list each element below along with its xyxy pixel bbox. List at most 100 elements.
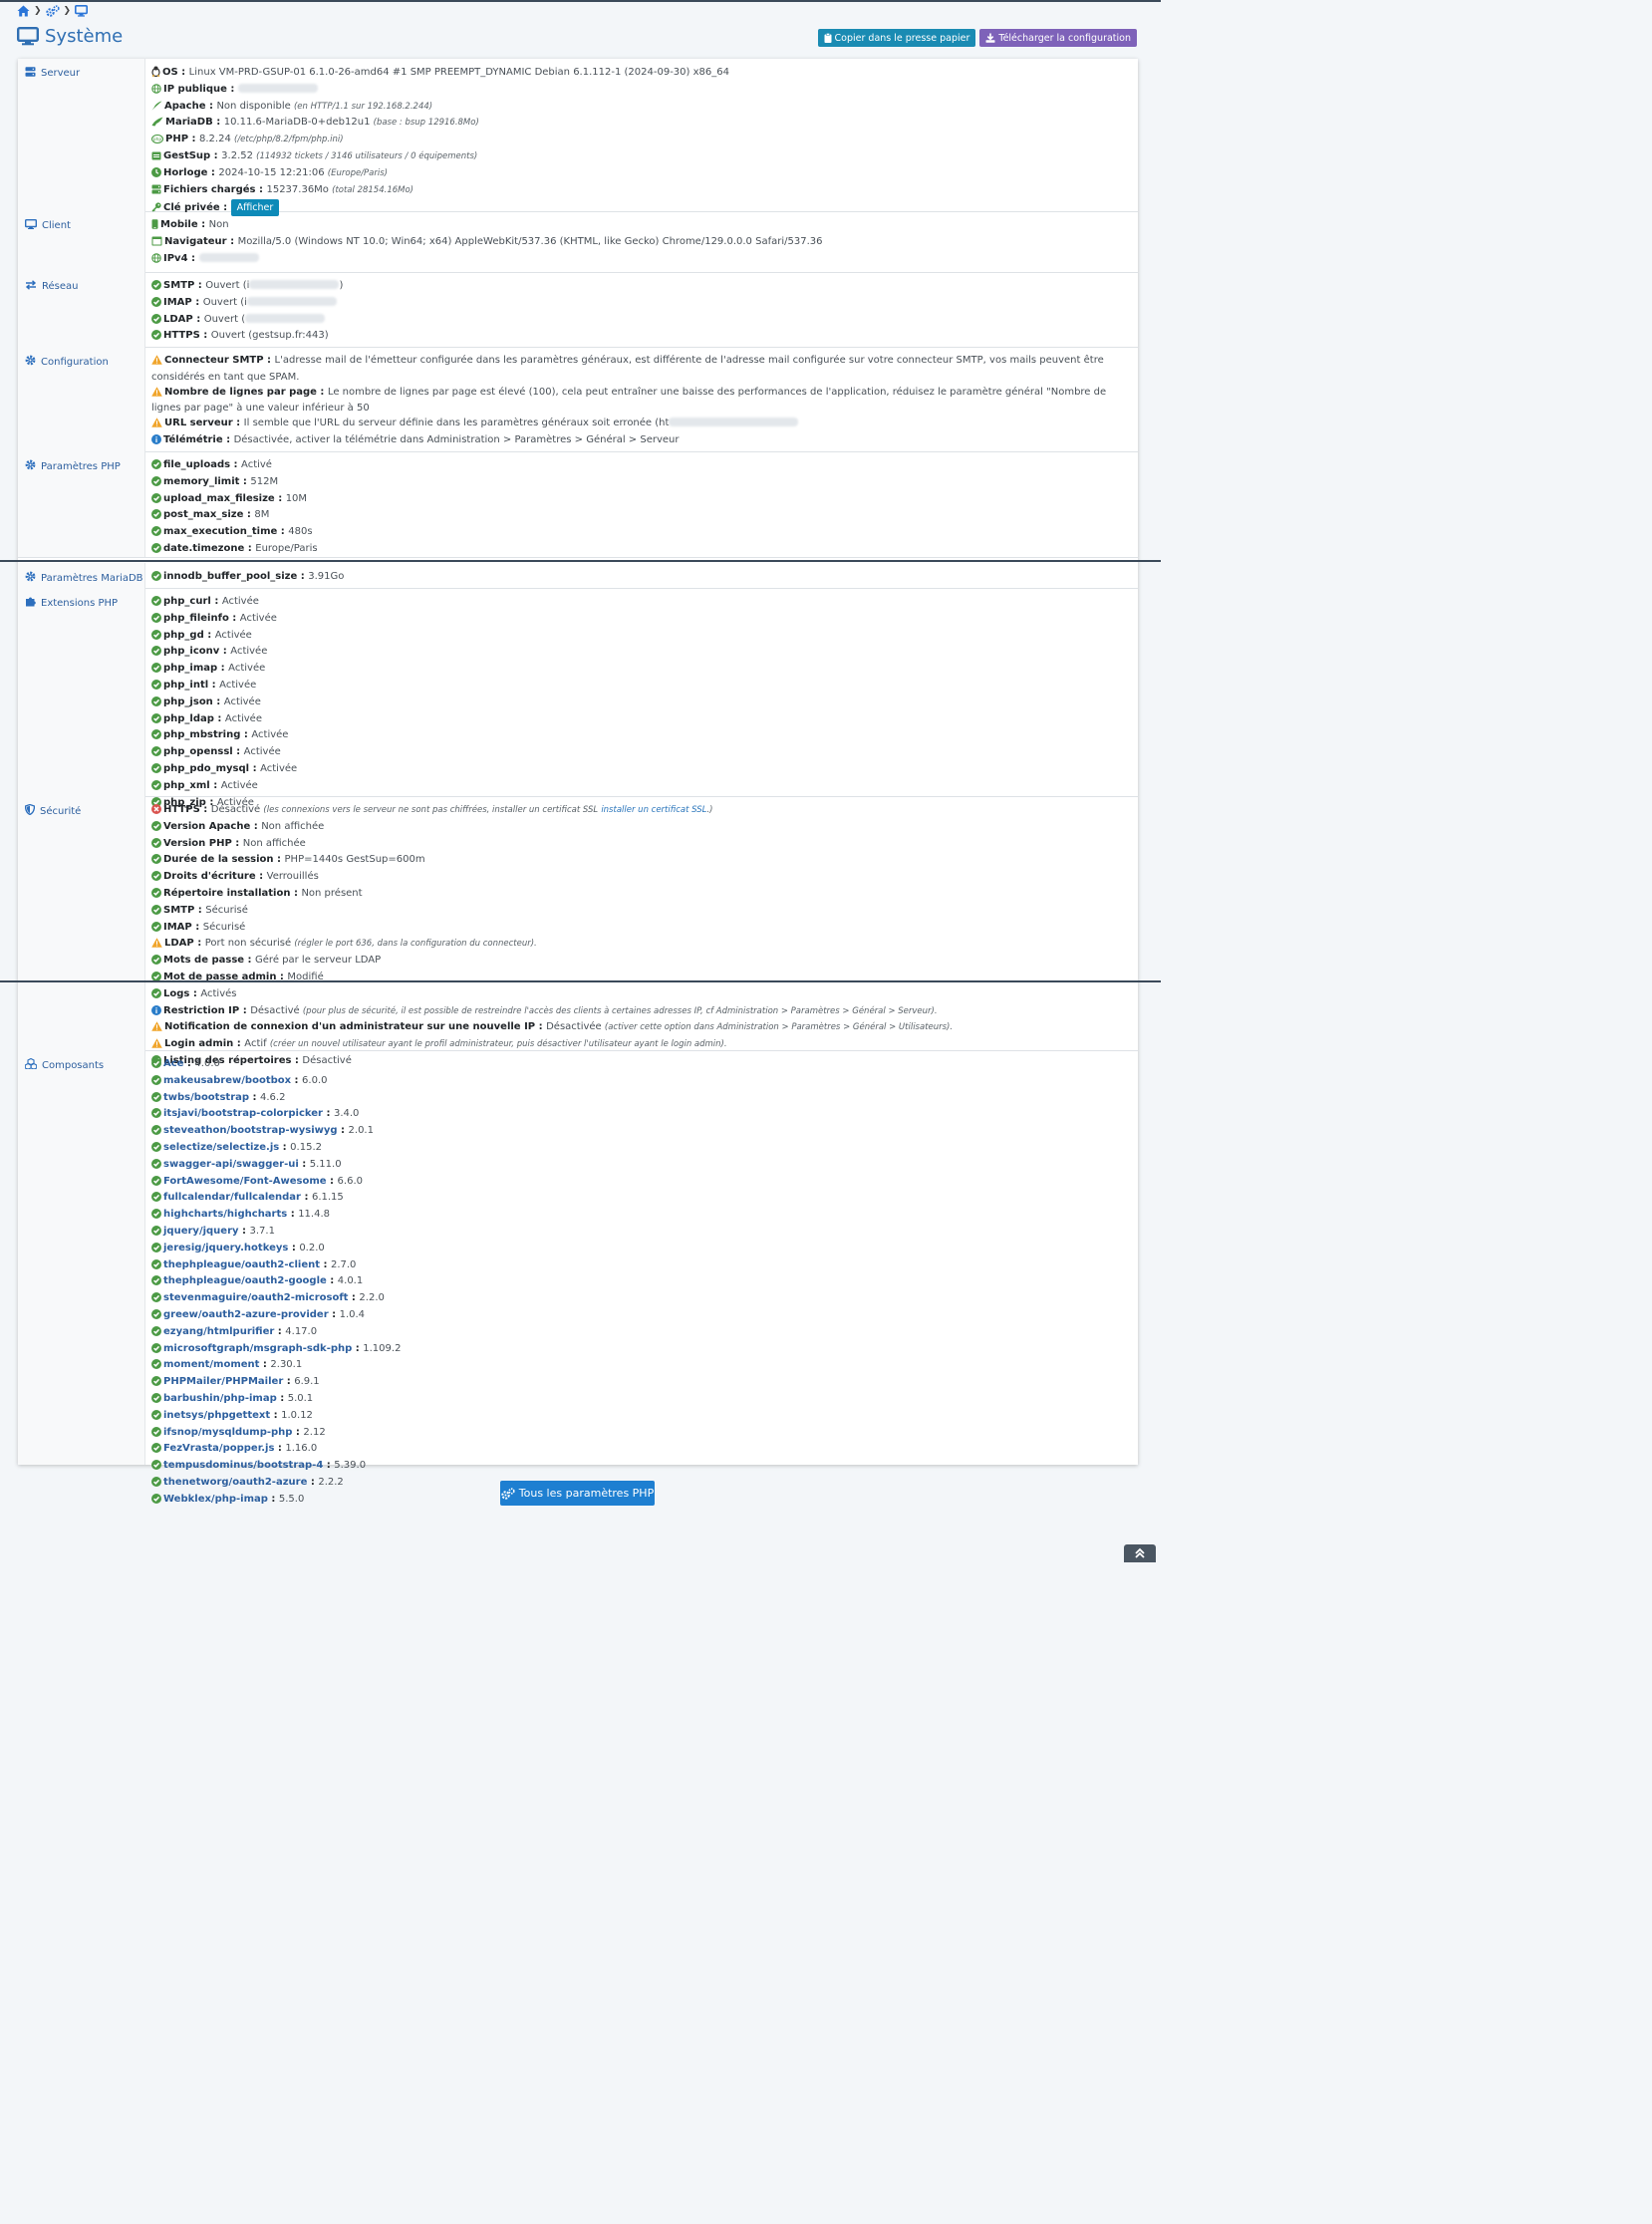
- home-icon[interactable]: [17, 5, 30, 17]
- row-value: Désactivée: [546, 1021, 602, 1033]
- row-key[interactable]: Ace: [163, 1058, 183, 1069]
- row-colon: :: [233, 1038, 245, 1050]
- row-key: Nombre de lignes par page: [164, 386, 317, 398]
- row-key[interactable]: twbs/bootstrap: [163, 1092, 249, 1103]
- row-colon: :: [273, 854, 285, 866]
- row-key[interactable]: jeresig/jquery.hotkeys: [163, 1243, 288, 1253]
- row-colon: :: [274, 492, 286, 504]
- row-value: 1.109.2: [363, 1342, 402, 1354]
- row-ip-publique: IP publique :: [151, 83, 1130, 100]
- row-value: Activée: [214, 629, 252, 641]
- check-icon: [151, 596, 161, 612]
- row-php-json: php_json : Activée: [151, 695, 1130, 712]
- install-ssl-link[interactable]: installer un certificat SSL: [601, 805, 706, 815]
- section-label-cell: Sécurité: [18, 796, 145, 1050]
- row-colon: :: [243, 509, 255, 521]
- row-value: Désactivé: [250, 1004, 300, 1016]
- check-icon: [151, 1460, 161, 1476]
- check-icon: [151, 1426, 161, 1443]
- row-key[interactable]: microsoftgraph/msgraph-sdk-php: [163, 1343, 352, 1354]
- row-value: Ouvert (: [203, 313, 246, 325]
- check-icon: [151, 313, 161, 330]
- check-icon: [151, 762, 161, 779]
- row-key[interactable]: barbushin/php-imap: [163, 1393, 277, 1404]
- row-key[interactable]: itsjavi/bootstrap-colorpicker: [163, 1108, 323, 1119]
- row-key: Restriction IP: [163, 1004, 240, 1016]
- row-key: OS: [162, 67, 178, 78]
- section-composants: Composants Ace : 4.0.0 makeusabrew/bootbox…: [18, 1050, 1138, 1505]
- row-key: Répertoire installation: [163, 887, 291, 899]
- chevron-right-icon: ❯: [34, 6, 42, 16]
- scroll-to-top-button[interactable]: [1124, 1544, 1156, 1562]
- row-key: Version Apache: [163, 820, 251, 832]
- row-key: file_uploads: [163, 459, 231, 470]
- row-note: (Europe/Paris): [327, 167, 388, 178]
- row-key[interactable]: tempusdominus/bootstrap-4: [163, 1460, 323, 1471]
- row-value: Activée: [228, 663, 266, 675]
- row-key[interactable]: makeusabrew/bootbox: [163, 1075, 291, 1086]
- row-key[interactable]: highcharts/highcharts: [163, 1209, 287, 1220]
- section-label-cell: Extensions PHP: [18, 588, 145, 796]
- row-value: Activée: [219, 679, 257, 691]
- row-itsjavi-bootstrap-colorpicker: itsjavi/bootstrap-colorpicker : 3.4.0: [151, 1107, 1130, 1124]
- row-key[interactable]: jquery/jquery: [163, 1226, 239, 1237]
- gears-icon[interactable]: [45, 5, 60, 17]
- row-colon: :: [255, 871, 267, 883]
- row-key[interactable]: thephpleague/oauth2-client: [163, 1259, 320, 1270]
- row-key[interactable]: thenetworg/oauth2-azure: [163, 1477, 307, 1488]
- row-key[interactable]: ezyang/htmlpurifier: [163, 1326, 274, 1337]
- row-key[interactable]: moment/moment: [163, 1359, 259, 1370]
- row-key: LDAP: [164, 938, 194, 950]
- row-droits-d-ecriture: Droits d'écriture : Verrouillés: [151, 870, 1130, 887]
- section-label: Réseau: [25, 280, 78, 293]
- copy-clipboard-button[interactable]: Copier dans le presse papier: [817, 29, 976, 47]
- row-key[interactable]: swagger-api/swagger-ui: [163, 1159, 299, 1170]
- row-stevenmaguire-oauth2-microsoft: stevenmaguire/oauth2-microsoft : 2.2.0: [151, 1291, 1130, 1308]
- row-repertoire-installation: Répertoire installation : Non présent: [151, 887, 1130, 904]
- all-php-params-button[interactable]: Tous les paramètres PHP: [500, 1481, 655, 1506]
- row-key[interactable]: greew/oauth2-azure-provider: [163, 1309, 329, 1320]
- row-colon: :: [277, 526, 289, 538]
- section-mariadb-params: Paramètres MariaDB innodb_buffer_pool_siz…: [18, 563, 1138, 589]
- row-key[interactable]: FezVrasta/popper.js: [163, 1443, 274, 1454]
- row-value: 2.30.1: [270, 1359, 303, 1371]
- row-key[interactable]: thephpleague/oauth2-google: [163, 1275, 327, 1286]
- row-key[interactable]: selectize/selectize.js: [163, 1142, 279, 1153]
- section-serveur: Serveur OS : Linux VM-PRD-GSUP-01 6.1.0-2…: [18, 59, 1138, 217]
- row-key: PHP: [165, 134, 189, 145]
- row-restriction-ip: Restriction IP : Désactivé (pour plus de…: [151, 1004, 1130, 1021]
- row-value: 4.6.2: [260, 1091, 286, 1103]
- row-colon: :: [255, 183, 267, 195]
- row-value: Mozilla/5.0 (Windows NT 10.0; Win64; x64…: [237, 235, 823, 247]
- row-php: php PHP : 8.2.24 (/etc/php/8.2/fpm/php.in…: [150, 133, 1130, 149]
- row-key[interactable]: PHPMailer/PHPMailer: [163, 1376, 283, 1387]
- row-colon: :: [187, 252, 199, 264]
- row-php-iconv: php_iconv : Activée: [151, 645, 1130, 662]
- section-label-cell: Client: [18, 211, 145, 272]
- check-icon: [151, 1175, 161, 1192]
- download-config-button[interactable]: Télécharger la configuration: [979, 29, 1137, 47]
- row-mot-de-passe-admin: Mot de passe admin : Modifié: [151, 971, 1130, 987]
- row-colon: :: [290, 887, 302, 899]
- row-key[interactable]: steveathon/bootstrap-wysiwyg: [163, 1125, 338, 1136]
- row-key: php_imap: [163, 663, 218, 675]
- desktop-icon[interactable]: [75, 5, 89, 17]
- row-key[interactable]: ifsnop/mysqldump-php: [163, 1427, 292, 1438]
- row-value: 10M: [285, 492, 308, 504]
- row-key: max_execution_time: [163, 526, 278, 538]
- row-key: Horloge: [163, 166, 208, 178]
- row-key[interactable]: FortAwesome/Font-Awesome: [163, 1176, 327, 1187]
- section-label-text: Paramètres MariaDB: [41, 572, 143, 584]
- row-key: memory_limit: [163, 475, 240, 487]
- row-value: Sécurisé: [205, 904, 248, 916]
- row-key[interactable]: fullcalendar/fullcalendar: [163, 1192, 301, 1203]
- check-icon: [151, 971, 161, 987]
- row-key[interactable]: Webklex/php-imap: [163, 1494, 268, 1505]
- check-icon: [151, 820, 161, 837]
- row-value: Activée: [243, 746, 281, 758]
- row-key[interactable]: stevenmaguire/oauth2-microsoft: [163, 1292, 348, 1303]
- clipboard-icon: [824, 33, 832, 43]
- row-colon: :: [276, 1392, 288, 1404]
- row-key[interactable]: inetsys/phpgettext: [163, 1410, 270, 1421]
- puzzle-icon: [25, 596, 36, 610]
